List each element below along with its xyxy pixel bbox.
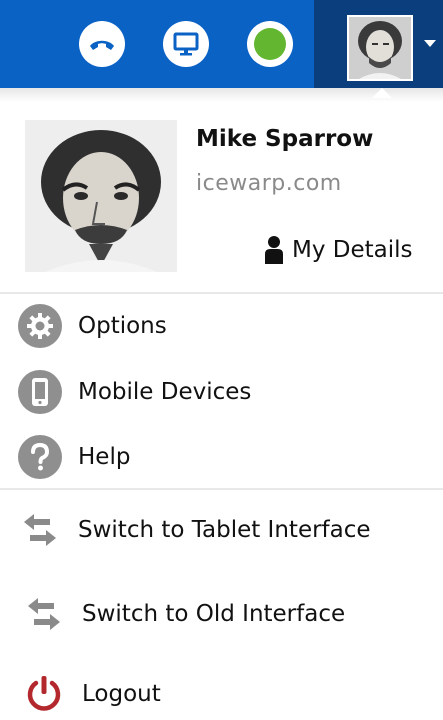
gear-icon [18,304,62,348]
menu-item-options[interactable]: Options [0,300,443,352]
menu-label: Mobile Devices [78,379,252,405]
menu-item-switch-old[interactable]: Switch to Old Interface [0,588,443,640]
mobile-phone-icon [18,370,62,414]
menu-label: Switch to Old Interface [82,601,346,627]
profile-domain: icewarp.com [196,171,342,196]
profile-name: Mike Sparrow [196,126,374,152]
swap-arrows-icon [22,592,66,636]
question-icon [18,435,62,479]
my-details-link[interactable]: My Details [264,234,413,266]
menu-item-mobile-devices[interactable]: Mobile Devices [0,366,443,418]
menu-label: Switch to Tablet Interface [78,517,371,543]
profile-photo [25,120,177,272]
status-dot [254,28,286,60]
swap-arrows-icon [18,508,62,552]
menu-label: Options [78,313,167,339]
menu-label: Logout [82,681,161,707]
menu-item-switch-tablet[interactable]: Switch to Tablet Interface [0,504,443,556]
power-icon [22,672,66,716]
avatar[interactable] [347,15,413,81]
divider [0,488,443,490]
divider [0,292,443,294]
monitor-icon[interactable] [163,21,209,67]
status-online-icon[interactable] [247,21,293,67]
top-bar [0,0,443,88]
person-icon [265,236,283,264]
my-details-label: My Details [292,237,413,263]
chevron-down-icon[interactable] [424,40,436,47]
menu-label: Help [78,444,131,470]
menu-item-help[interactable]: Help [0,431,443,483]
dropdown-pointer [372,88,392,98]
phone-icon[interactable] [79,21,125,67]
menu-item-logout[interactable]: Logout [0,668,443,720]
